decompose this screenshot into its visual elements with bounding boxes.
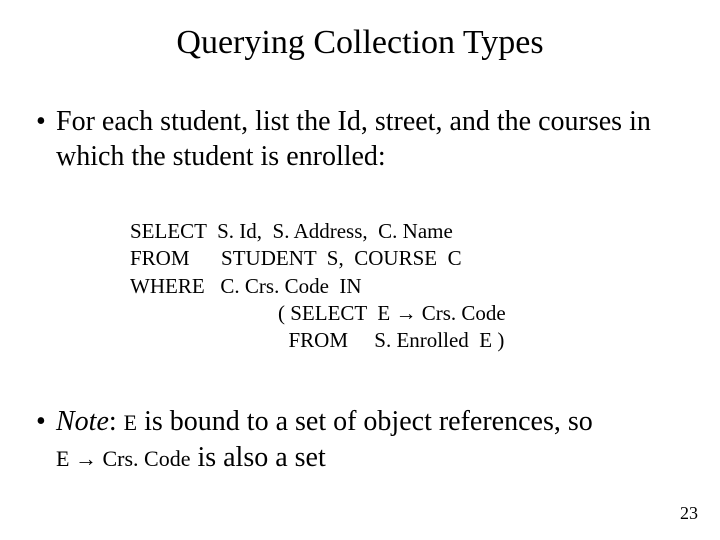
code-text: STUDENT S, COURSE C — [190, 246, 462, 270]
bullet-dot: • — [36, 404, 46, 440]
keyword-select: SELECT — [130, 219, 207, 243]
arrow-icon: → — [395, 300, 416, 327]
note-tail: is also a set — [190, 442, 325, 473]
code-line-3: WHERE C. Crs. Code IN — [130, 273, 506, 300]
code-inline-crscode: Crs. Code — [97, 446, 191, 471]
keyword-where: WHERE — [130, 274, 205, 298]
code-text: Crs. Code — [416, 301, 505, 325]
sql-code-block: SELECT S. Id, S. Address, C. Name FROM S… — [130, 218, 506, 354]
bullet-description: • For each student, list the Id, street,… — [56, 104, 676, 174]
code-text: FROM S. Enrolled E ) — [278, 328, 504, 352]
code-text: C. Crs. Code IN — [205, 274, 362, 298]
page-number: 23 — [680, 503, 698, 524]
note-mid: is bound to a set of object references, … — [137, 406, 593, 437]
code-text: ( SELECT E — [278, 301, 395, 325]
slide: Querying Collection Types • For each stu… — [0, 0, 720, 540]
note-label: Note — [56, 406, 109, 437]
bullet-dot: • — [36, 104, 46, 139]
code-line-4: ( SELECT E → Crs. Code — [278, 300, 506, 327]
code-text: S. Id, S. Address, C. Name — [207, 219, 453, 243]
code-inline-e: E — [56, 446, 75, 471]
bullet-text: For each student, list the Id, street, a… — [56, 106, 651, 172]
arrow-icon: → — [75, 445, 97, 474]
slide-title: Querying Collection Types — [0, 24, 720, 62]
bullet-note: • Note: E is bound to a set of object re… — [56, 404, 676, 477]
note-colon: : — [109, 406, 124, 437]
code-line-1: SELECT S. Id, S. Address, C. Name — [130, 218, 506, 245]
code-inline-e: E — [124, 410, 137, 435]
code-line-2: FROM STUDENT S, COURSE C — [130, 245, 506, 272]
keyword-from: FROM — [130, 246, 190, 270]
code-line-5: FROM S. Enrolled E ) — [278, 327, 506, 354]
